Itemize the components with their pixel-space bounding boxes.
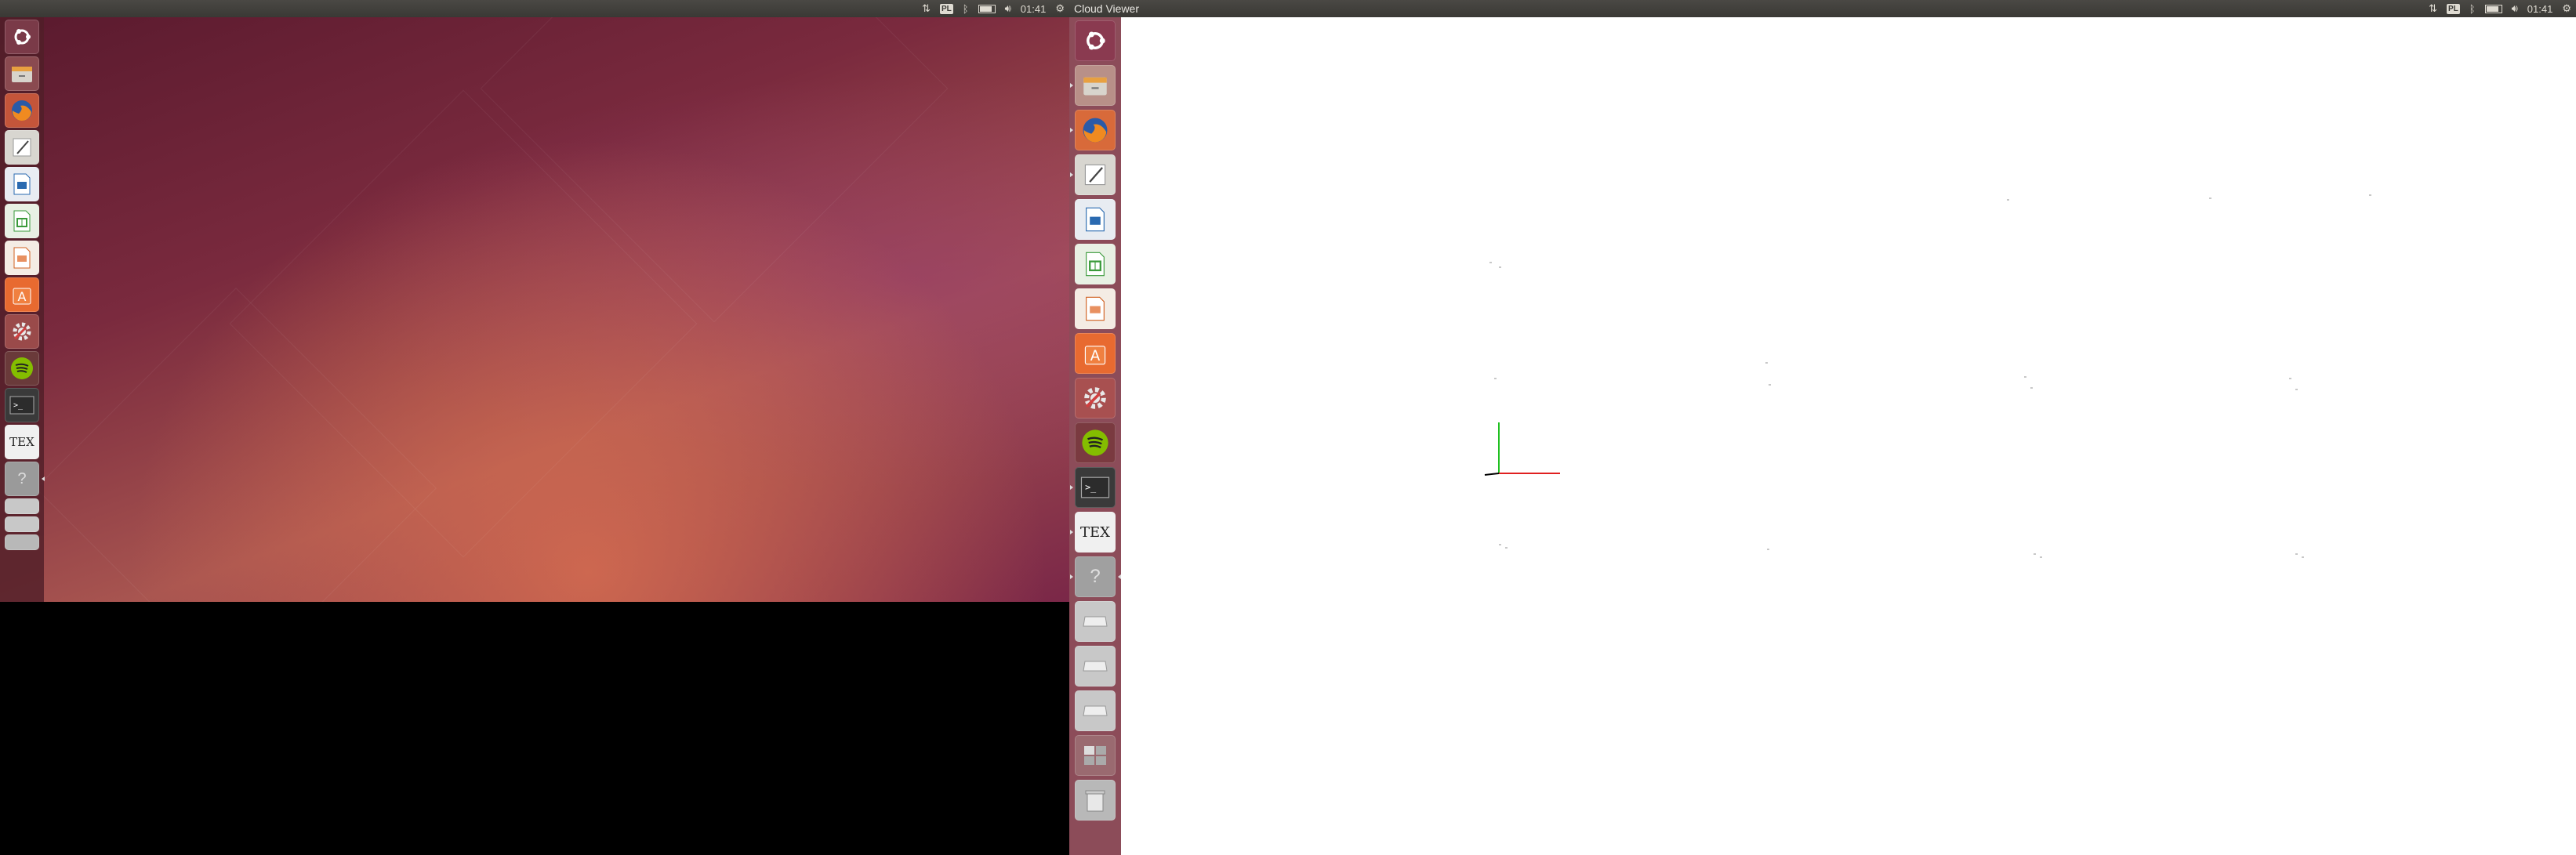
launcher-trash[interactable] [5,534,39,550]
file-cabinet-icon [12,67,32,82]
launcher-text-editor[interactable] [1070,154,1116,195]
launcher-workspace-switcher[interactable] [1075,735,1116,776]
window-title: Cloud Viewer [1074,2,1140,15]
battery-icon[interactable] [978,4,996,13]
top-panel: ⇅ PL ᛒ 🔊︎ 01:41 ⚙ [0,0,1069,17]
svg-text:A: A [1090,348,1101,364]
keyboard-layout-indicator[interactable]: PL [2447,3,2460,14]
launcher-libreoffice-impress[interactable] [1075,288,1116,329]
right-screen: Cloud Viewer ⇅ PL ᛒ 🔊︎ 01:41 ⚙ A >_ TEX … [1069,0,2576,855]
ubuntu-logo-icon [1087,31,1105,50]
text-editor-icon [13,138,31,157]
workspace-switcher-icon [1084,746,1106,765]
power-gear-icon[interactable]: ⚙ [1055,2,1065,15]
launcher-files[interactable] [1070,65,1116,106]
launcher-libreoffice-calc[interactable] [1075,244,1116,284]
bluetooth-icon[interactable]: ᛒ [963,3,969,15]
svg-text:>_: >_ [1085,482,1097,493]
launcher-spotify[interactable] [1075,422,1116,463]
terminal-icon: >_ [1080,476,1110,498]
svg-text:>_: >_ [13,401,24,410]
clock[interactable]: 01:41 [2527,3,2553,15]
launcher-text-editor[interactable] [5,130,39,165]
network-icon[interactable]: ⇅ [922,2,931,15]
text-editor-icon [1084,164,1106,186]
tex-icon: TEX [1080,524,1110,541]
launcher-files[interactable] [5,56,39,91]
bluetooth-icon[interactable]: ᛒ [2469,3,2476,15]
launcher-libreoffice-writer[interactable] [5,167,39,201]
launcher: A >_ TEX ? [0,17,45,602]
launcher-dash-home[interactable] [1075,20,1116,61]
cloud-viewer-canvas[interactable] [1121,17,2576,855]
tex-icon: TEX [9,435,34,449]
launcher-workspace-switcher[interactable] [5,498,39,514]
launcher: A >_ TEX ? [1069,17,1121,855]
drive-icon [1083,705,1108,716]
launcher-drive-3[interactable] [1075,690,1116,731]
firefox-icon [12,100,32,121]
impress-presentation-icon [1086,296,1105,321]
battery-icon[interactable] [2484,4,2502,13]
launcher-spotify[interactable] [5,351,39,386]
launcher-libreoffice-impress[interactable] [5,241,39,275]
top-panel-window-title: Cloud Viewer ⇅ PL ᛒ 🔊︎ 01:41 ⚙ [1069,0,2576,17]
file-cabinet-icon [1083,77,1107,96]
launcher-unknown-app[interactable]: ? [5,462,45,496]
coordinate-axes [1484,422,1560,476]
launcher-drive-2[interactable] [1075,646,1116,687]
software-center-icon: A [13,288,31,305]
drive-icon [1083,616,1108,627]
calc-spreadsheet-icon [1086,252,1105,277]
question-icon: ? [1090,566,1101,587]
spotify-icon [11,357,33,379]
launcher-firefox[interactable] [5,93,39,128]
launcher-firefox[interactable] [1070,110,1116,150]
launcher-software-center[interactable]: A [5,277,39,312]
trash-icon [1085,790,1105,812]
writer-document-icon [1086,207,1105,232]
question-icon: ? [17,469,27,487]
keyboard-layout-indicator[interactable]: PL [940,3,953,14]
ubuntu-logo-icon [14,29,31,45]
desktop-wallpaper [0,0,1069,602]
spotify-icon [1082,429,1108,456]
terminal-icon: >_ [9,396,34,415]
writer-document-icon [13,173,31,195]
launcher-terminal[interactable]: >_ [1070,467,1116,508]
launcher-dash-home[interactable] [5,20,39,54]
svg-text:A: A [18,289,27,304]
launcher-tex-editor[interactable]: TEX [5,425,39,459]
software-center-icon: A [1084,346,1106,365]
launcher-terminal[interactable]: >_ [5,388,39,422]
launcher-drive[interactable] [5,516,39,532]
launcher-system-settings[interactable] [5,314,39,349]
launcher-tex-editor[interactable]: TEX [1070,512,1116,552]
clock[interactable]: 01:41 [1021,3,1047,15]
launcher-software-center[interactable]: A [1075,333,1116,374]
volume-icon[interactable]: 🔊︎ [1005,2,1011,15]
gear-wrench-icon [1084,387,1106,409]
firefox-icon [1083,118,1108,143]
launcher-drive-1[interactable] [1075,601,1116,642]
launcher-libreoffice-calc[interactable] [5,204,39,238]
launcher-libreoffice-writer[interactable] [1075,199,1116,240]
calc-spreadsheet-icon [13,210,31,232]
gear-wrench-icon [13,322,31,341]
impress-presentation-icon [13,247,31,269]
network-icon[interactable]: ⇅ [2429,2,2437,15]
launcher-trash[interactable] [1075,780,1116,821]
left-desktop-screen: ⇅ PL ᛒ 🔊︎ 01:41 ⚙ A >_ TEX ? [0,0,1069,602]
volume-icon[interactable]: 🔊︎ [2512,2,2518,15]
drive-icon [1083,661,1108,672]
launcher-unknown-app[interactable]: ? [1070,556,1121,597]
launcher-system-settings[interactable] [1075,378,1116,418]
power-gear-icon[interactable]: ⚙ [2562,2,2571,15]
